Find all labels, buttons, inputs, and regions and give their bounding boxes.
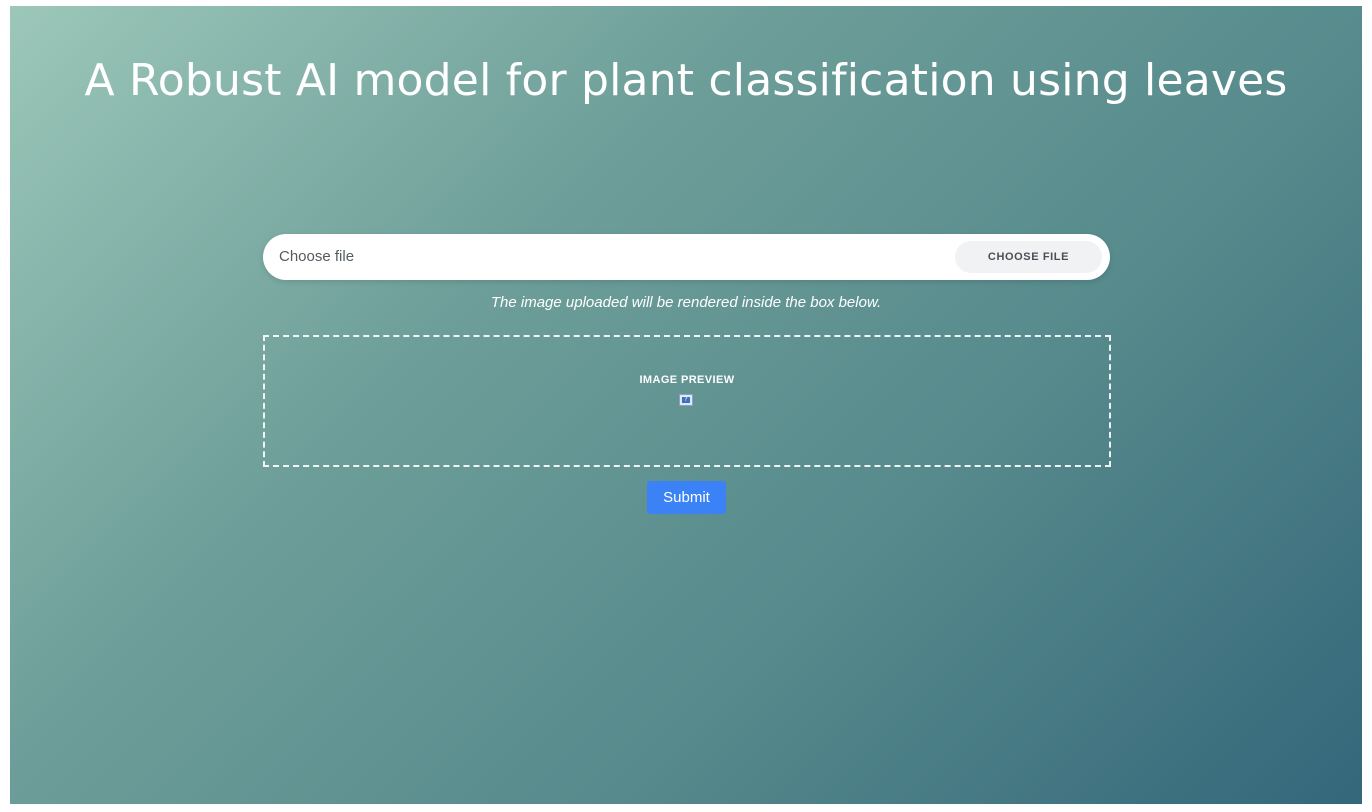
file-input[interactable]: Choose file CHOOSE FILE xyxy=(263,234,1110,280)
choose-file-button[interactable]: CHOOSE FILE xyxy=(955,241,1102,273)
image-preview-box: IMAGE PREVIEW ? xyxy=(263,335,1111,467)
app-background: A Robust AI model for plant classificati… xyxy=(10,6,1362,804)
submit-button[interactable]: Submit xyxy=(647,481,726,514)
upload-hint: The image uploaded will be rendered insi… xyxy=(490,294,882,311)
page-title: A Robust AI model for plant classificati… xyxy=(84,55,1288,106)
broken-image-icon: ? xyxy=(679,394,693,406)
file-input-placeholder: Choose file xyxy=(279,248,355,265)
image-preview-label: IMAGE PREVIEW xyxy=(639,374,735,386)
